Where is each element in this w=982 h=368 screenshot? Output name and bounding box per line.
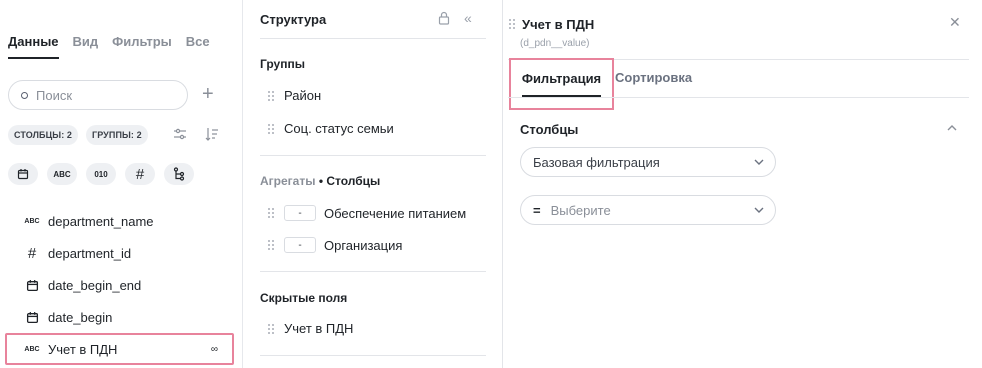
drag-handle-icon[interactable] — [268, 90, 276, 101]
tab-filtering[interactable]: Фильтрация — [509, 58, 614, 110]
type-filter-row: ABC 010 # — [8, 163, 194, 185]
column-label: Организация — [324, 237, 403, 253]
boolean-type-filter[interactable]: 010 — [86, 163, 116, 185]
structure-header-icons: « — [438, 11, 472, 25]
tab-filters[interactable]: Фильтры — [112, 34, 172, 59]
lock-icon[interactable] — [438, 11, 450, 25]
group-label: Район — [284, 88, 322, 103]
hidden-field-label: Учет в ПДН — [284, 321, 354, 336]
tab-sorting[interactable]: Сортировка — [615, 70, 692, 85]
search-input[interactable]: Поиск — [8, 80, 188, 110]
hidden-fields-title: Скрытые поля — [260, 291, 348, 305]
field-system-name: (d_pdn__value) — [520, 38, 590, 49]
calendar-icon — [24, 311, 40, 324]
column-label: Обеспечение питанием — [324, 205, 467, 221]
drag-handle-icon[interactable] — [509, 19, 517, 29]
field-item-selected[interactable]: ABC Учет в ПДН ∞ — [5, 333, 234, 365]
abc-icon: ABC — [24, 217, 40, 225]
calendar-icon — [17, 169, 29, 180]
columns-count-chip[interactable]: СТОЛБЦЫ: 2 — [8, 125, 78, 145]
add-icon[interactable]: + — [202, 84, 214, 104]
groups-count-chip[interactable]: ГРУППЫ: 2 — [86, 125, 148, 145]
aggregates-label: Агрегаты — [260, 174, 316, 188]
chevron-up-icon[interactable] — [946, 122, 958, 137]
panel-tabs: Данные Вид Фильтры Все — [8, 34, 210, 59]
structure-panel: Структура « Группы Район Соц. статус сем… — [244, 0, 502, 368]
group-item[interactable]: Район — [268, 88, 321, 103]
filter-value-select[interactable]: = Выберите — [520, 195, 776, 225]
tab-all[interactable]: Все — [186, 34, 210, 59]
hidden-field-item[interactable]: Учет в ПДН — [268, 321, 353, 336]
column-item[interactable]: - Организация — [268, 237, 402, 253]
link-icon: ∞ — [210, 343, 218, 355]
group-label: Соц. статус семьи — [284, 121, 394, 136]
drag-handle-icon[interactable] — [268, 123, 276, 134]
field-item[interactable]: date_begin — [8, 301, 236, 333]
drag-handle-icon[interactable] — [268, 240, 276, 250]
value-placeholder: Выберите — [550, 202, 611, 218]
field-item[interactable]: date_begin_end — [8, 269, 236, 301]
field-settings-panel: Учет в ПДН (d_pdn__value) ✕ Фильтрация С… — [502, 0, 982, 368]
hash-icon: # — [27, 244, 37, 262]
groups-title: Группы — [260, 57, 305, 71]
field-item[interactable]: # department_id — [8, 237, 236, 269]
operator-label[interactable]: = — [533, 203, 541, 218]
search-placeholder: Поиск — [36, 87, 73, 103]
date-type-filter[interactable] — [8, 163, 38, 185]
drag-handle-icon[interactable] — [268, 323, 276, 334]
hierarchy-type-filter[interactable] — [164, 163, 194, 185]
columns-label: • Столбцы — [318, 174, 381, 188]
tree-icon — [173, 167, 185, 181]
chevron-down-icon — [753, 204, 765, 219]
field-list: ABC department_name # department_id date… — [5, 205, 236, 365]
aggregation-select[interactable]: - — [284, 205, 316, 221]
column-item[interactable]: - Обеспечение питанием — [268, 205, 466, 221]
hash-icon: # — [135, 165, 145, 183]
filter-type-value: Базовая фильтрация — [533, 154, 660, 170]
abc-icon: ABC — [24, 345, 40, 353]
tab-data[interactable]: Данные — [8, 34, 59, 59]
string-type-filter[interactable]: ABC — [47, 163, 77, 185]
calendar-icon — [24, 279, 40, 292]
settings-sliders-icon[interactable] — [172, 126, 188, 142]
number-type-filter[interactable]: # — [125, 163, 155, 185]
divider — [260, 155, 486, 156]
drag-handle-icon[interactable] — [268, 208, 276, 218]
close-icon[interactable]: ✕ — [949, 14, 961, 31]
abc-icon: ABC — [53, 169, 71, 179]
divider — [260, 355, 486, 356]
structure-title: Структура — [260, 12, 327, 27]
field-label: department_name — [48, 213, 154, 229]
sort-icon[interactable] — [204, 126, 220, 142]
filter-type-select[interactable]: Базовая фильтрация — [520, 147, 776, 177]
data-panel: Данные Вид Фильтры Все Поиск + СТОЛБЦЫ: … — [0, 0, 243, 368]
tab-view[interactable]: Вид — [73, 34, 99, 59]
summary-chips: СТОЛБЦЫ: 2 ГРУППЫ: 2 — [8, 125, 148, 145]
field-label: date_begin_end — [48, 277, 142, 293]
columns-section-title: Столбцы — [520, 122, 579, 137]
field-item[interactable]: ABC department_name — [8, 205, 236, 237]
columns-title: Агрегаты • Столбцы — [260, 174, 380, 188]
list-tools — [172, 126, 220, 142]
chevron-down-icon — [753, 156, 765, 171]
field-label: date_begin — [48, 309, 113, 325]
field-title: Учет в ПДН — [522, 17, 595, 32]
aggregation-select[interactable]: - — [284, 237, 316, 253]
binary-icon: 010 — [94, 169, 108, 179]
divider — [508, 97, 969, 98]
tab-filtering-label: Фильтрация — [521, 71, 602, 97]
field-label: department_id — [48, 245, 132, 261]
field-label: Учет в ПДН — [48, 341, 118, 357]
divider — [260, 271, 486, 272]
divider — [260, 38, 486, 39]
search-icon — [21, 91, 28, 99]
group-item[interactable]: Соц. статус семьи — [268, 121, 394, 136]
collapse-icon[interactable]: « — [464, 11, 472, 25]
